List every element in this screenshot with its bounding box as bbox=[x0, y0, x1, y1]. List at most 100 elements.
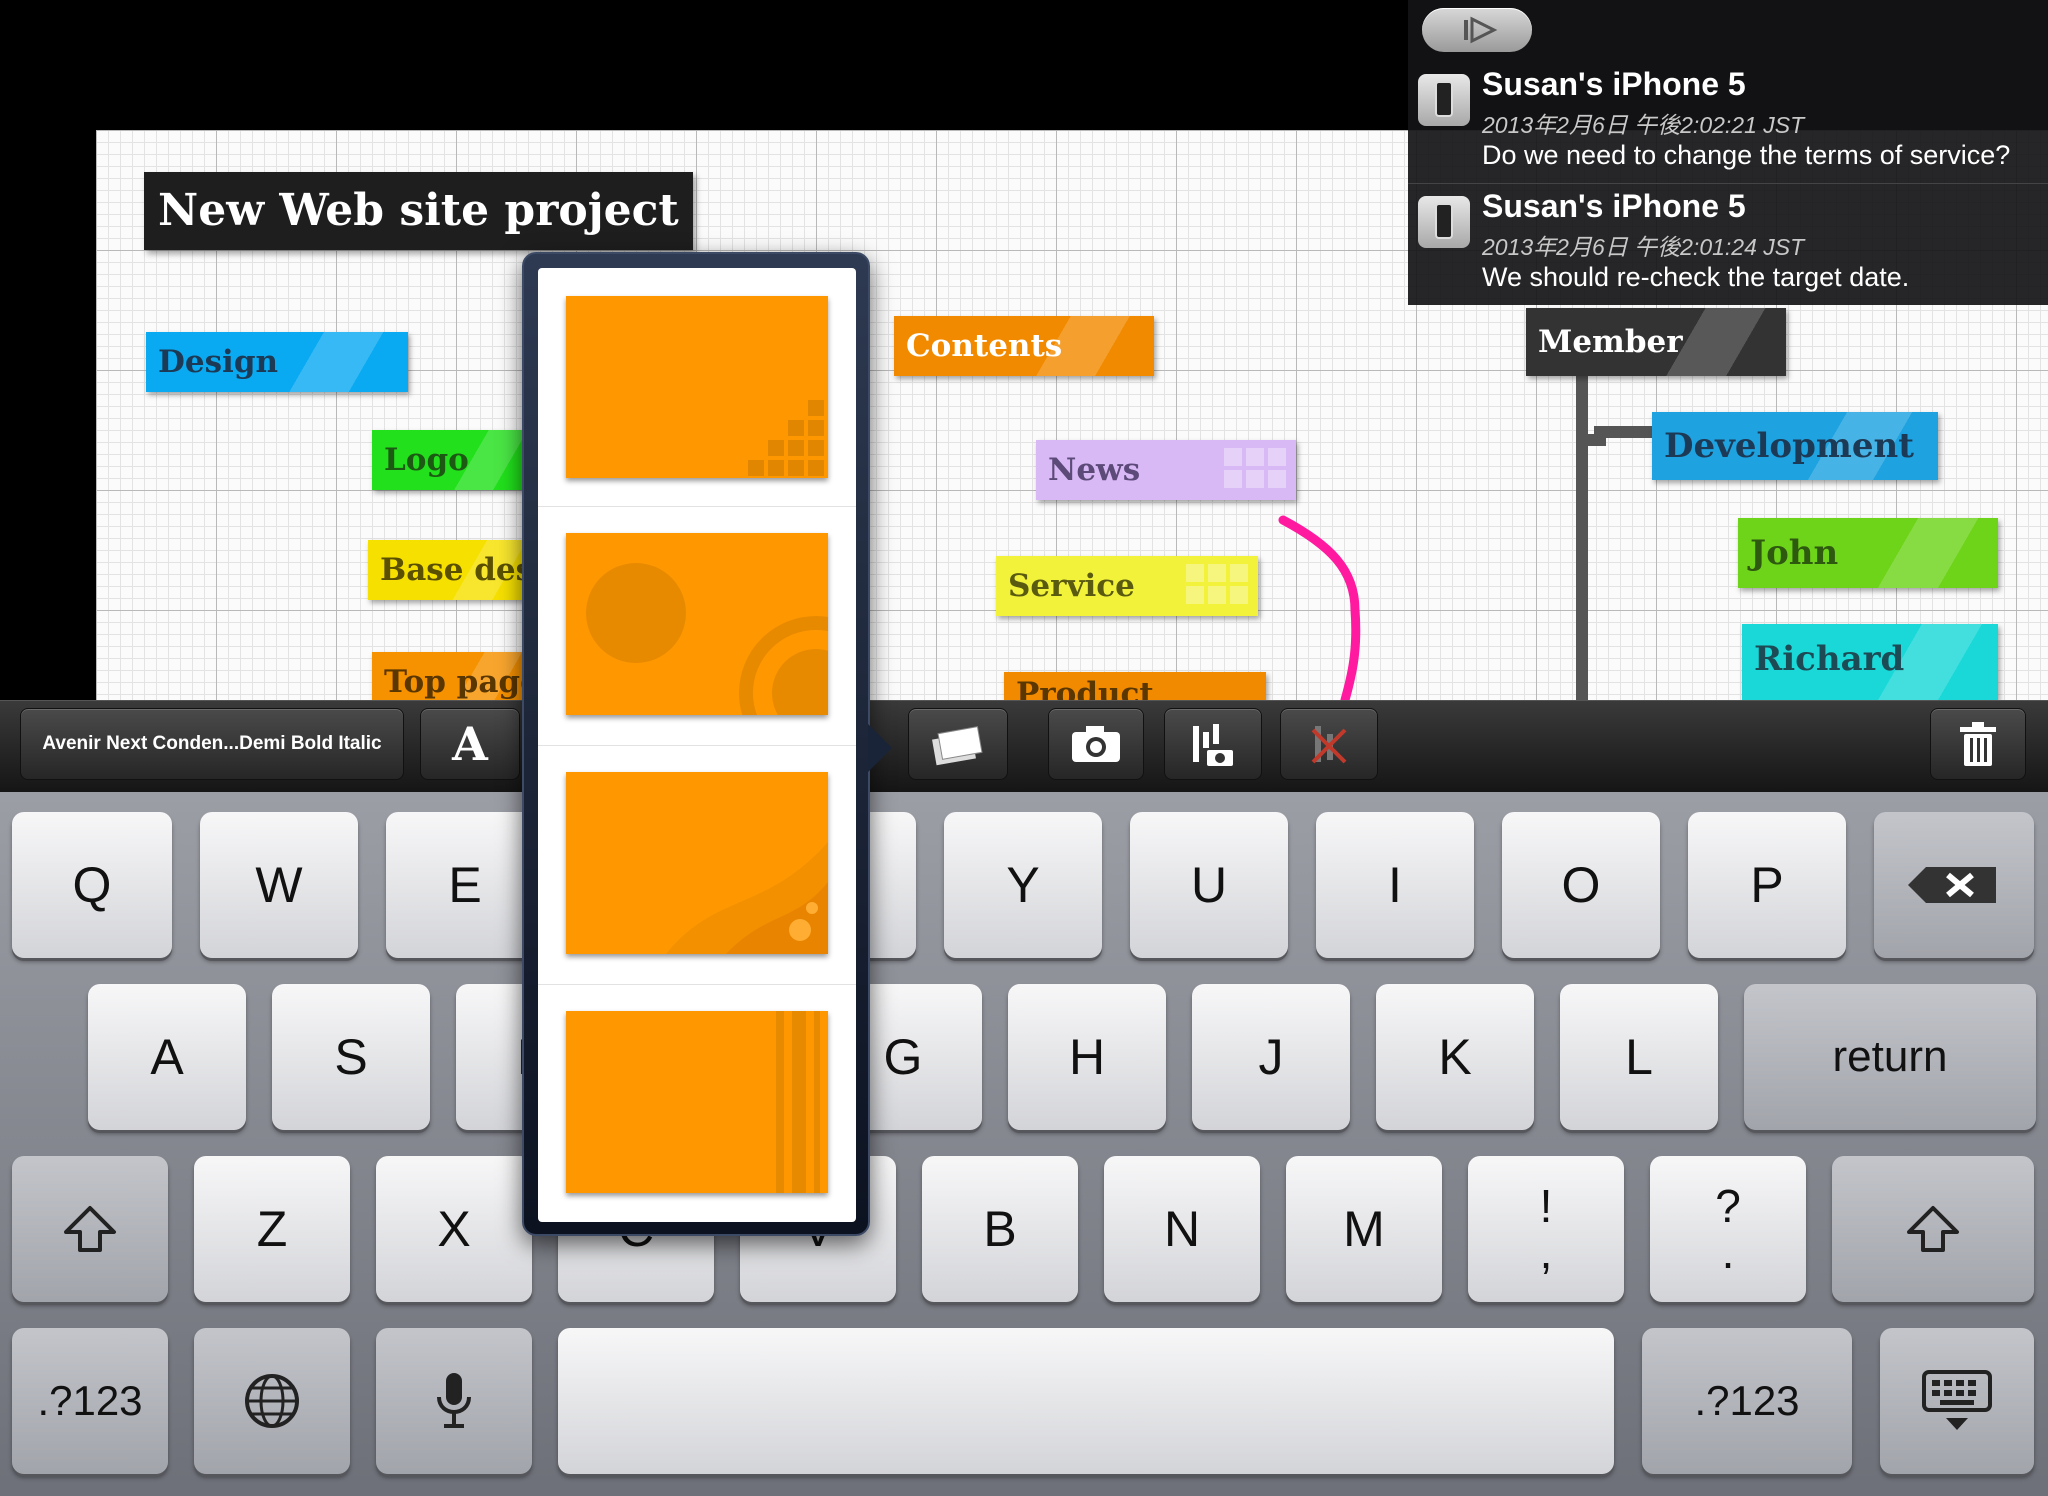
key-n[interactable]: N bbox=[1104, 1156, 1260, 1302]
popover-arrow bbox=[868, 724, 892, 772]
numbers-key-right[interactable]: .?123 bbox=[1642, 1328, 1852, 1474]
hide-keyboard-key[interactable] bbox=[1880, 1328, 2034, 1474]
dictation-key[interactable] bbox=[376, 1328, 532, 1474]
return-key[interactable]: return bbox=[1744, 984, 2036, 1130]
key-x[interactable]: X bbox=[376, 1156, 532, 1302]
backspace-icon bbox=[1908, 867, 1996, 903]
tag-john[interactable]: John bbox=[1738, 518, 1998, 588]
template-squares-thumb bbox=[566, 296, 828, 478]
squares-icon bbox=[1224, 448, 1286, 488]
play-icon bbox=[1464, 16, 1498, 44]
key-m[interactable]: M bbox=[1286, 1156, 1442, 1302]
tag-top-page[interactable]: Top page bbox=[372, 652, 532, 700]
key-question-period[interactable]: ?. bbox=[1650, 1156, 1806, 1302]
space-bar[interactable] bbox=[558, 1328, 1614, 1474]
tag-news[interactable]: News bbox=[1036, 440, 1296, 500]
font-name-button[interactable]: Avenir Next Conden...Demi Bold Italic bbox=[20, 708, 404, 780]
key-j[interactable]: J bbox=[1192, 984, 1350, 1130]
background-template-icon bbox=[932, 726, 983, 766]
key-z[interactable]: Z bbox=[194, 1156, 350, 1302]
key-q[interactable]: Q bbox=[12, 812, 172, 958]
notification-device: Susan's iPhone 5 bbox=[1482, 188, 1746, 224]
notification-message: We should re-check the target date. bbox=[1482, 262, 1910, 292]
globe-icon bbox=[245, 1374, 299, 1428]
key-e[interactable]: E bbox=[386, 812, 544, 958]
tag-label: Logo bbox=[384, 442, 469, 478]
key-s[interactable]: S bbox=[272, 984, 430, 1130]
camera-icon bbox=[1072, 726, 1120, 762]
template-item[interactable] bbox=[538, 985, 856, 1222]
tag-base-design[interactable]: Base des bbox=[368, 540, 532, 600]
tag-label: Product bbox=[1016, 676, 1154, 700]
font-name-label: Avenir Next Conden...Demi Bold Italic bbox=[42, 733, 382, 754]
tag-richard[interactable]: Richard bbox=[1742, 624, 1998, 700]
key-b[interactable]: B bbox=[922, 1156, 1078, 1302]
template-circles-thumb bbox=[566, 533, 828, 715]
shift-key-right[interactable] bbox=[1832, 1156, 2034, 1302]
key-top-char: ! bbox=[1539, 1180, 1553, 1232]
tag-member[interactable]: Member bbox=[1526, 308, 1786, 376]
key-u[interactable]: U bbox=[1130, 812, 1288, 958]
tag-product[interactable]: Product bbox=[1004, 672, 1266, 700]
background-template-button[interactable] bbox=[908, 708, 1008, 780]
backspace-key[interactable] bbox=[1874, 812, 2034, 958]
camera-button[interactable] bbox=[1048, 708, 1144, 780]
stripes-pattern-icon bbox=[776, 1011, 820, 1193]
key-top-char: ? bbox=[1715, 1180, 1741, 1232]
key-l[interactable]: L bbox=[1560, 984, 1718, 1130]
trash-icon bbox=[1960, 722, 1996, 766]
notification-time: 2013年2月6日 午後2:02:21 JST bbox=[1482, 112, 1805, 138]
tag-label: Service bbox=[1008, 568, 1135, 604]
key-k[interactable]: K bbox=[1376, 984, 1534, 1130]
no-photo-icon bbox=[1311, 726, 1347, 764]
shift-key-left[interactable] bbox=[12, 1156, 168, 1302]
key-w[interactable]: W bbox=[200, 812, 358, 958]
delete-button[interactable] bbox=[1930, 708, 2026, 780]
notification-panel: Susan's iPhone 5 2013年2月6日 午後2:02:21 JST… bbox=[1408, 0, 2048, 305]
tag-label: Design bbox=[158, 344, 279, 380]
key-p[interactable]: P bbox=[1688, 812, 1846, 958]
key-a[interactable]: A bbox=[88, 984, 246, 1130]
numbers-key-left[interactable]: .?123 bbox=[12, 1328, 168, 1474]
notification-item[interactable]: Susan's iPhone 5 2013年2月6日 午後2:02:21 JST… bbox=[1408, 62, 2048, 184]
tag-label: Richard bbox=[1754, 639, 1905, 679]
no-photo-button[interactable] bbox=[1280, 708, 1378, 780]
font-style-glyph: A bbox=[452, 717, 488, 771]
tag-label: John bbox=[1750, 533, 1839, 573]
tag-label: News bbox=[1048, 452, 1141, 488]
key-exclamation-comma[interactable]: !, bbox=[1468, 1156, 1624, 1302]
tag-logo[interactable]: Logo bbox=[372, 430, 532, 490]
notification-message: Do we need to change the terms of servic… bbox=[1482, 140, 2011, 170]
template-waves-thumb bbox=[566, 772, 828, 954]
template-item[interactable] bbox=[538, 746, 856, 985]
tag-label: Development bbox=[1664, 426, 1914, 466]
photo-library-button[interactable] bbox=[1164, 708, 1262, 780]
template-list bbox=[538, 268, 856, 1222]
tag-service[interactable]: Service bbox=[996, 556, 1258, 616]
key-i[interactable]: I bbox=[1316, 812, 1474, 958]
iphone-icon bbox=[1418, 74, 1470, 126]
key-o[interactable]: O bbox=[1502, 812, 1660, 958]
tag-development[interactable]: Development bbox=[1652, 412, 1938, 480]
key-bottom-char: , bbox=[1539, 1226, 1553, 1278]
tag-design[interactable]: Design bbox=[146, 332, 408, 392]
key-h[interactable]: H bbox=[1008, 984, 1166, 1130]
template-popover bbox=[522, 252, 892, 1236]
circles-pattern-icon bbox=[586, 563, 828, 715]
font-style-button[interactable]: A bbox=[420, 708, 520, 780]
panel-handle[interactable] bbox=[1422, 8, 1532, 52]
squares-pattern-icon bbox=[748, 400, 824, 476]
notification-time: 2013年2月6日 午後2:01:24 JST bbox=[1482, 234, 1805, 260]
waves-pattern-icon bbox=[666, 842, 828, 954]
microphone-icon bbox=[437, 1373, 471, 1428]
globe-key[interactable] bbox=[194, 1328, 350, 1474]
notification-item[interactable]: Susan's iPhone 5 2013年2月6日 午後2:01:24 JST… bbox=[1408, 183, 2048, 306]
tag-contents[interactable]: Contents bbox=[894, 316, 1154, 376]
template-item[interactable] bbox=[538, 268, 856, 507]
tag-label: Base des bbox=[380, 552, 532, 588]
photo-library-icon bbox=[1193, 724, 1233, 766]
template-item[interactable] bbox=[538, 507, 856, 746]
tag-label: Member bbox=[1538, 324, 1683, 360]
key-bottom-char: . bbox=[1721, 1226, 1735, 1278]
key-y[interactable]: Y bbox=[944, 812, 1102, 958]
